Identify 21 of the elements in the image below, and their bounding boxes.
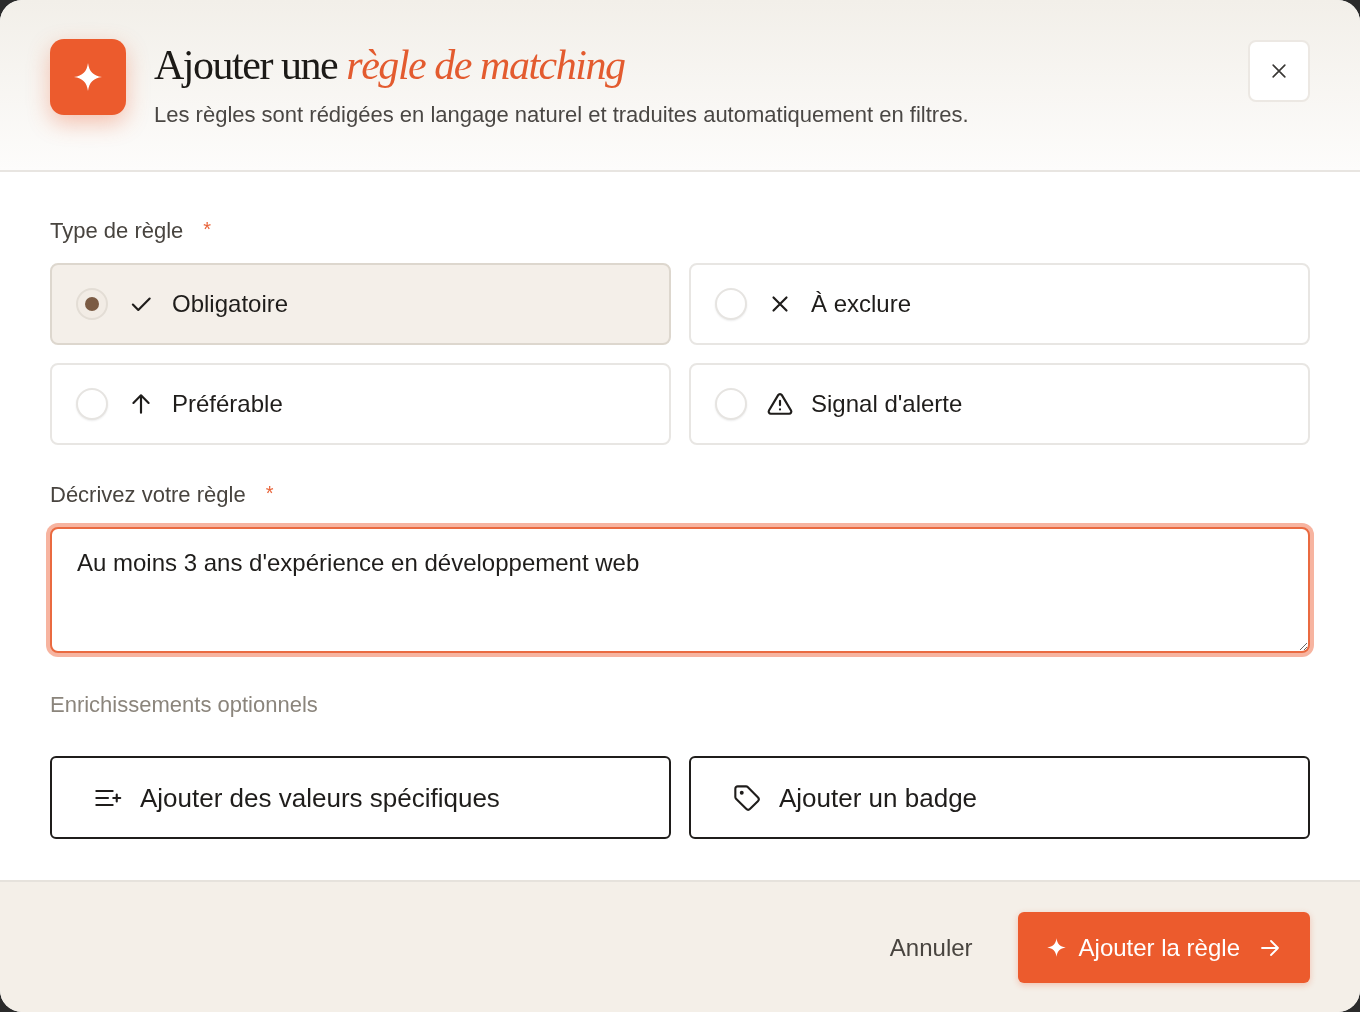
description-field[interactable]: Au moins 3 ans d'expérience en développement web — [50, 527, 1310, 653]
cancel-button[interactable]: Annuler — [889, 912, 973, 983]
sparkle-icon — [1045, 937, 1067, 958]
warning-icon — [767, 391, 793, 417]
enrichment-button[interactable]: Ajouter un badge — [689, 756, 1310, 839]
rule-type-option[interactable]: Signal d'alerte — [689, 363, 1310, 445]
tag-icon — [733, 783, 761, 812]
field-label: Décrivez votre règle — [50, 481, 246, 509]
field-label: Enrichissements optionnels — [50, 691, 318, 719]
rule-type-option[interactable]: Préférable — [50, 363, 671, 445]
required-mark: * — [265, 483, 274, 503]
close-button[interactable] — [1248, 40, 1310, 102]
enrichment-button[interactable]: Ajouter des valeurs spécifiques — [50, 756, 671, 839]
sparkle-icon — [50, 39, 126, 115]
field-label: Type de règle — [50, 217, 184, 245]
dialog-subtitle: Les règles sont rédigées en langage naturel et traduites automatiquement en filtres. — [154, 101, 969, 129]
rule-type-option[interactable]: À exclure — [689, 263, 1310, 345]
close-icon — [1269, 61, 1289, 81]
required-mark: * — [203, 219, 212, 239]
rule-type-option[interactable]: Obligatoire — [50, 263, 671, 345]
dialog-title: Ajouter une règle de matching — [154, 41, 625, 90]
